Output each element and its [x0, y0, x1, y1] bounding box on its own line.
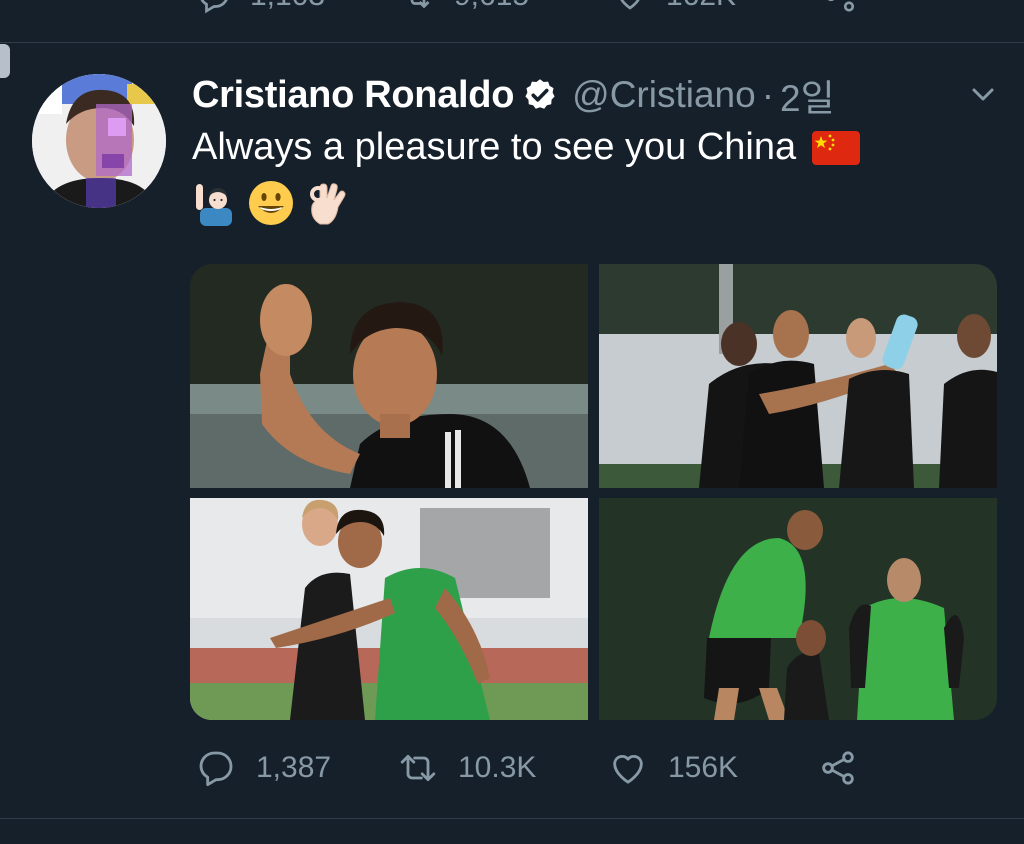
reply-bubble-icon	[199, 751, 233, 787]
photo-night-pitch	[599, 498, 997, 720]
prev-like-count: 162K	[666, 0, 736, 13]
reply-count: 1,387	[256, 751, 332, 784]
avatar-photo	[32, 74, 166, 208]
share-button[interactable]	[818, 748, 858, 788]
prev-reply-action[interactable]: 1,103	[196, 0, 325, 14]
photo-waving	[190, 264, 588, 488]
tweet-photo-1[interactable]	[190, 264, 588, 488]
author-handle[interactable]: @Cristiano	[572, 74, 756, 116]
author-name[interactable]: Cristiano Ronaldo	[192, 74, 514, 117]
tweet-timestamp[interactable]: 2일	[780, 68, 835, 122]
heart-icon	[620, 0, 640, 10]
prev-share-action[interactable]	[822, 0, 858, 14]
grinning-face-icon	[249, 181, 293, 225]
verified-badge-icon	[525, 79, 555, 109]
previous-tweet-actions: 1,103 9,615 162K	[0, 0, 1024, 18]
prev-reply-count: 1,103	[250, 0, 325, 13]
header-separator: ·	[761, 74, 775, 115]
tweet-stage: 1,103 9,615 162K	[0, 0, 1024, 844]
share-icon	[822, 751, 854, 785]
photo-green-bib	[190, 498, 588, 720]
tweet-photo-2[interactable]	[599, 264, 997, 488]
photo-stretching	[599, 264, 997, 488]
person-raising-hand-icon	[196, 184, 232, 226]
like-button[interactable]: 156K	[608, 748, 738, 788]
retweet-button[interactable]: 10.3K	[398, 748, 536, 788]
china-flag-icon	[812, 130, 861, 165]
retweet-icon	[410, 0, 430, 9]
prev-like-action[interactable]: 162K	[612, 0, 736, 14]
tweet-body: Always a pleasure to see you China	[192, 126, 861, 169]
tweet-photo-3[interactable]	[190, 498, 588, 720]
tweet-actions: 1,387 10.3K 156K	[0, 748, 1024, 792]
ok-hand-icon	[310, 183, 346, 225]
share-icon	[827, 0, 855, 12]
prev-retweet-action[interactable]: 9,615	[400, 0, 529, 14]
bottom-divider	[0, 818, 1024, 819]
reply-button[interactable]: 1,387	[196, 748, 331, 788]
chevron-down-icon[interactable]	[968, 84, 998, 106]
avatar[interactable]	[32, 74, 166, 208]
tweet-header: Cristiano Ronaldo @Cristiano · 2일	[192, 70, 835, 120]
retweet-count: 10.3K	[458, 751, 537, 784]
retweet-icon	[400, 754, 436, 782]
like-count: 156K	[668, 751, 739, 784]
tweet-text: Always a pleasure to see you China	[192, 126, 797, 168]
top-divider	[0, 42, 1024, 43]
photo-grid	[190, 264, 997, 720]
reply-bubble-icon	[200, 0, 228, 14]
tweet-photo-4[interactable]	[599, 498, 997, 720]
prev-retweet-count: 9,615	[454, 0, 529, 13]
scrollbar-thumb[interactable]	[0, 44, 10, 78]
emoji-row	[192, 180, 350, 226]
heart-icon	[613, 754, 643, 784]
